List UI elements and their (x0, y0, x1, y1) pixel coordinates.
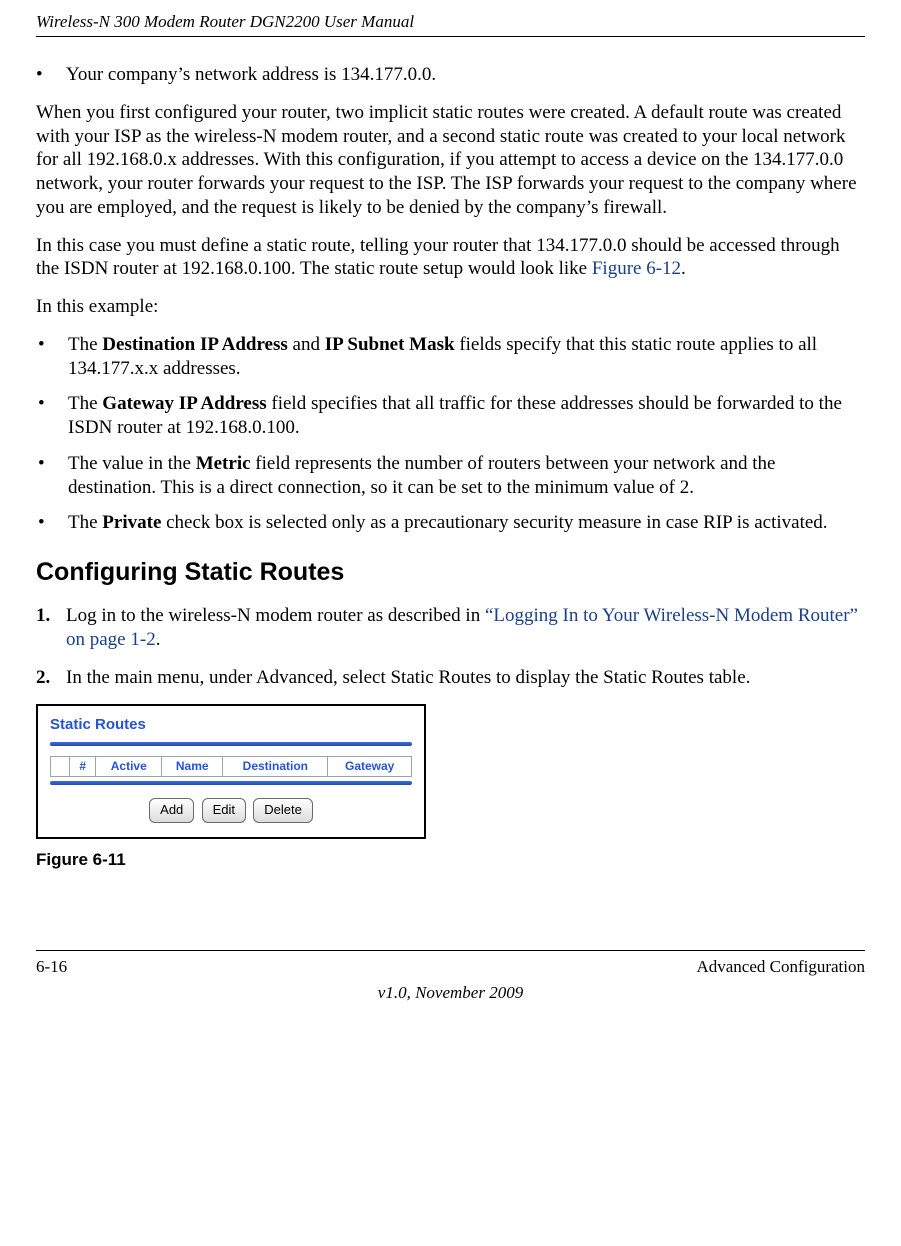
text-run: In this case you must define a static ro… (36, 235, 840, 280)
column-header-gateway: Gateway (328, 757, 412, 777)
column-header-active: Active (96, 757, 162, 777)
header-title: Wireless-N 300 Modem Router DGN2200 User… (36, 12, 414, 31)
add-button[interactable]: Add (149, 798, 194, 822)
paragraph: When you first configured your router, t… (36, 101, 865, 220)
bullet-marker: • (36, 452, 68, 500)
example-bullet-list: • The Destination IP Address and IP Subn… (36, 333, 865, 535)
bold-term: Destination IP Address (102, 334, 287, 355)
step-item: 2. In the main menu, under Advanced, sel… (36, 666, 865, 690)
text-run: Log in to the wireless-N modem router as… (66, 605, 485, 626)
static-routes-screenshot: Static Routes # Active Name Destination … (36, 704, 426, 839)
bullet-text: The Destination IP Address and IP Subnet… (68, 333, 865, 381)
text-run: . (156, 629, 161, 650)
column-header-name: Name (162, 757, 223, 777)
figure-xref-link[interactable]: Figure 6-12 (592, 258, 681, 279)
edit-button[interactable]: Edit (202, 798, 246, 822)
list-item: • The Destination IP Address and IP Subn… (36, 333, 865, 381)
section-heading: Configuring Static Routes (36, 557, 865, 588)
panel-title: Static Routes (50, 716, 412, 735)
bold-term: IP Subnet Mask (325, 334, 455, 355)
bullet-text: Your company’s network address is 134.17… (66, 63, 865, 87)
bullet-marker: • (36, 63, 66, 87)
divider (50, 742, 412, 746)
column-header-destination: Destination (223, 757, 328, 777)
column-header-number: # (70, 757, 96, 777)
table-header-row: # Active Name Destination Gateway (51, 757, 412, 777)
text-run: The (68, 512, 102, 533)
figure-caption: Figure 6-11 (36, 849, 865, 870)
bold-term: Private (102, 512, 161, 533)
bullet-marker: • (36, 511, 68, 535)
column-header-select (51, 757, 70, 777)
page-header: Wireless-N 300 Modem Router DGN2200 User… (36, 0, 865, 37)
text-run: and (288, 334, 325, 355)
footer-section: Advanced Configuration (696, 957, 865, 977)
step-number: 1. (36, 604, 66, 652)
text-run: check box is selected only as a precauti… (161, 512, 827, 533)
button-row: Add Edit Delete (50, 797, 412, 822)
page-number: 6-16 (36, 957, 67, 977)
numbered-steps: 1. Log in to the wireless-N modem router… (36, 604, 865, 689)
bullet-text: The value in the Metric field represents… (68, 452, 865, 500)
step-text: In the main menu, under Advanced, select… (66, 666, 750, 690)
list-item: • The value in the Metric field represen… (36, 452, 865, 500)
footer-version: v1.0, November 2009 (36, 983, 865, 1003)
bold-term: Metric (196, 453, 251, 474)
list-item: • The Gateway IP Address field specifies… (36, 392, 865, 440)
text-run: The (68, 393, 102, 414)
text-run: . (681, 258, 686, 279)
footer-row: 6-16 Advanced Configuration (36, 951, 865, 977)
page-content: • Your company’s network address is 134.… (36, 37, 865, 870)
figure: Static Routes # Active Name Destination … (36, 704, 865, 870)
page-footer: 6-16 Advanced Configuration v1.0, Novemb… (36, 950, 865, 1003)
paragraph: In this example: (36, 295, 865, 319)
bullet-text: The Private check box is selected only a… (68, 511, 865, 535)
text-run: The (68, 334, 102, 355)
paragraph: In this case you must define a static ro… (36, 234, 865, 282)
step-number: 2. (36, 666, 66, 690)
bullet-text: The Gateway IP Address field specifies t… (68, 392, 865, 440)
step-text: Log in to the wireless-N modem router as… (66, 604, 865, 652)
bold-term: Gateway IP Address (102, 393, 266, 414)
step-item: 1. Log in to the wireless-N modem router… (36, 604, 865, 652)
delete-button[interactable]: Delete (253, 798, 313, 822)
list-item: • The Private check box is selected only… (36, 511, 865, 535)
text-run: The value in the (68, 453, 196, 474)
divider (50, 781, 412, 785)
intro-bullet: • Your company’s network address is 134.… (36, 63, 865, 87)
bullet-marker: • (36, 333, 68, 381)
static-routes-table: # Active Name Destination Gateway (50, 756, 412, 777)
bullet-marker: • (36, 392, 68, 440)
